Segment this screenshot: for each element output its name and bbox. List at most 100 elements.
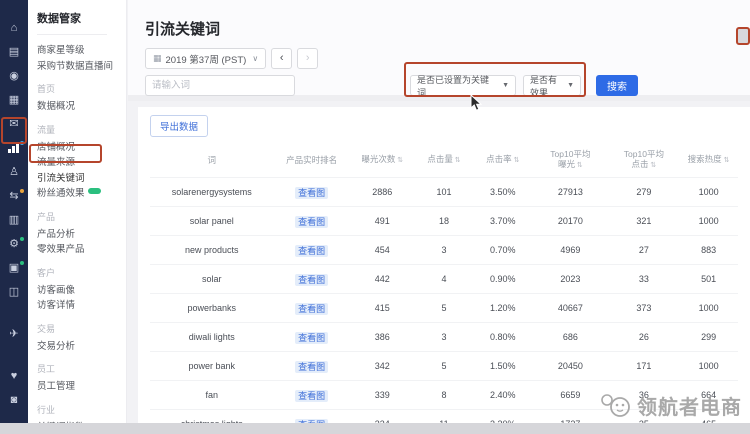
clicks-cell: 3 (415, 236, 474, 265)
table-row: diwali lights查看图38630.80%68626299 (150, 323, 738, 352)
settings-gear-icon[interactable]: ⚙ (4, 234, 24, 254)
product-rank-cell: 查看图 (273, 207, 349, 236)
ctr-cell: 0.90% (473, 265, 532, 294)
briefcase-icon[interactable]: ◫ (4, 282, 24, 302)
send-plane-icon[interactable]: ✈ (4, 324, 24, 344)
ctr-cell: 3.50% (473, 178, 532, 207)
sort-icon[interactable]: ⇅ (512, 157, 520, 164)
sidebar-item-label: 员工管理 (37, 381, 75, 392)
chevron-down-icon: ∨ (252, 54, 258, 63)
ctr-cell: 1.50% (473, 352, 532, 381)
view-rank-link[interactable]: 查看图 (295, 303, 328, 315)
next-week-button[interactable]: › (297, 48, 318, 69)
product-rank-cell: 查看图 (273, 294, 349, 323)
sort-icon[interactable]: ⇅ (722, 157, 730, 164)
table-row: new products查看图45430.70%496927883 (150, 236, 738, 265)
top10-clicks-cell: 35 (609, 410, 680, 424)
search-heat-cell: 883 (679, 236, 738, 265)
contacts-icon[interactable]: ♙ (4, 162, 24, 182)
sidebar-item[interactable]: 粉丝通效果 (37, 186, 126, 202)
top10-clicks-cell: 321 (609, 207, 680, 236)
column-header[interactable]: 点击量 ⇅ (415, 143, 474, 178)
sort-icon[interactable]: ⇅ (395, 157, 403, 164)
caret-down-icon: ▼ (567, 82, 574, 89)
column-header[interactable]: Top10平均 点击 ⇅ (609, 143, 680, 178)
app-window: ⌂▤◉▦✉♙⇆▥⚙▣◫✈♥◙ 数据管家 商家星等级采购节数据直播间首页数据概况流… (0, 0, 750, 434)
analytics-chart-icon[interactable] (4, 138, 24, 158)
sidebar-item[interactable]: 访客详情 (37, 298, 126, 314)
top10-impressions-cell: 6659 (532, 381, 608, 410)
sidebar-item[interactable]: 零效果产品 (37, 242, 126, 258)
search-heat-cell: 664 (679, 381, 738, 410)
products-bag-icon[interactable]: ▣ (4, 258, 24, 278)
column-header[interactable]: Top10平均 曝光 ⇅ (532, 143, 608, 178)
sort-icon[interactable]: ⇅ (453, 157, 461, 164)
product-rank-cell: 查看图 (273, 265, 349, 294)
effective-dropdown[interactable]: 是否有效果 ▼ (523, 75, 581, 96)
ctr-cell: 3.70% (473, 207, 532, 236)
sidebar-item-label: 店铺概况 (37, 142, 75, 153)
sort-icon[interactable]: ⇅ (575, 162, 583, 169)
keywords-table: 词产品实时排名曝光次数 ⇅点击量 ⇅点击率 ⇅Top10平均 曝光 ⇅Top10… (150, 143, 738, 423)
sidebar-item-label: 引流关键词 (37, 173, 85, 184)
search-heat-cell: 1000 (679, 352, 738, 381)
messages-icon[interactable]: ✉ (4, 114, 24, 134)
view-rank-link[interactable]: 查看图 (295, 216, 328, 228)
view-rank-link[interactable]: 查看图 (295, 390, 328, 402)
home-icon[interactable]: ⌂ (4, 18, 24, 38)
sidebar-section-label: 行业 (37, 403, 126, 416)
sidebar-item[interactable]: 采购节数据直播间 (37, 59, 126, 75)
view-rank-link[interactable]: 查看图 (295, 332, 328, 344)
protection-icon[interactable]: ◉ (4, 66, 24, 86)
search-heat-cell: 501 (679, 265, 738, 294)
sidebar-item[interactable]: 产品分析 (37, 227, 126, 243)
sidebar-item[interactable]: 交易分析 (37, 339, 126, 355)
prev-week-button[interactable]: ‹ (271, 48, 292, 69)
sidebar-item[interactable]: 店铺概况 (37, 140, 126, 156)
keyword-search-input[interactable] (145, 75, 295, 96)
sidebar-title: 数据管家 (37, 10, 126, 26)
new-badge (88, 188, 101, 194)
main-content: 引流关键词 ▦ 2019 第37周 (PST) ∨ ‹ › 是否已设置为关键词 … (128, 0, 750, 423)
view-rank-link[interactable]: 查看图 (295, 274, 328, 286)
export-data-button[interactable]: 导出数据 (150, 115, 208, 137)
company-icon[interactable]: ▥ (4, 210, 24, 230)
top10-clicks-cell: 26 (609, 323, 680, 352)
media-icon[interactable]: ◙ (4, 390, 24, 410)
view-rank-link[interactable]: 查看图 (295, 245, 328, 257)
calendar-icon: ▦ (153, 53, 162, 64)
set-as-keyword-dropdown[interactable]: 是否已设置为关键词 ▼ (410, 75, 516, 96)
share-arrows-icon[interactable]: ⇆ (4, 186, 24, 206)
caret-down-icon: ▼ (502, 82, 509, 89)
top10-clicks-cell: 373 (609, 294, 680, 323)
sidebar-item-active[interactable]: 引流关键词 (37, 171, 126, 187)
date-toolbar: ▦ 2019 第37周 (PST) ∨ ‹ › (145, 48, 318, 69)
keyword-cell: fan (150, 381, 273, 410)
sidebar-item[interactable]: 访客画像 (37, 283, 126, 299)
top10-impressions-cell: 4969 (532, 236, 608, 265)
apps-grid-icon[interactable]: ▦ (4, 90, 24, 110)
view-rank-link[interactable]: 查看图 (295, 361, 328, 373)
week-picker[interactable]: ▦ 2019 第37周 (PST) ∨ (145, 48, 266, 69)
clicks-cell: 18 (415, 207, 474, 236)
orders-icon[interactable]: ▤ (4, 42, 24, 62)
sidebar-item-label: 产品分析 (37, 229, 75, 240)
column-header[interactable]: 点击率 ⇅ (473, 143, 532, 178)
sidebar-item[interactable]: 数据概况 (37, 99, 126, 115)
favorites-heart-icon[interactable]: ♥ (4, 366, 24, 386)
product-rank-cell: 查看图 (273, 410, 349, 424)
ctr-cell: 1.20% (473, 294, 532, 323)
keyword-cell: christmas lights (150, 410, 273, 424)
ctr-cell: 3.30% (473, 410, 532, 424)
sidebar-item-label: 商家星等级 (37, 45, 85, 56)
sidebar-item[interactable]: 商家星等级 (37, 43, 126, 59)
sidebar-item[interactable]: 员工管理 (37, 379, 126, 395)
column-header[interactable]: 搜索热度 ⇅ (679, 143, 738, 178)
sort-icon[interactable]: ⇅ (648, 162, 656, 169)
search-button[interactable]: 搜索 (596, 75, 638, 96)
table-row: powerbanks查看图41551.20%406673731000 (150, 294, 738, 323)
sidebar-item[interactable]: 流量来源 (37, 155, 126, 171)
column-header[interactable]: 曝光次数 ⇅ (350, 143, 415, 178)
impressions-cell: 339 (350, 381, 415, 410)
view-rank-link[interactable]: 查看图 (295, 187, 328, 199)
